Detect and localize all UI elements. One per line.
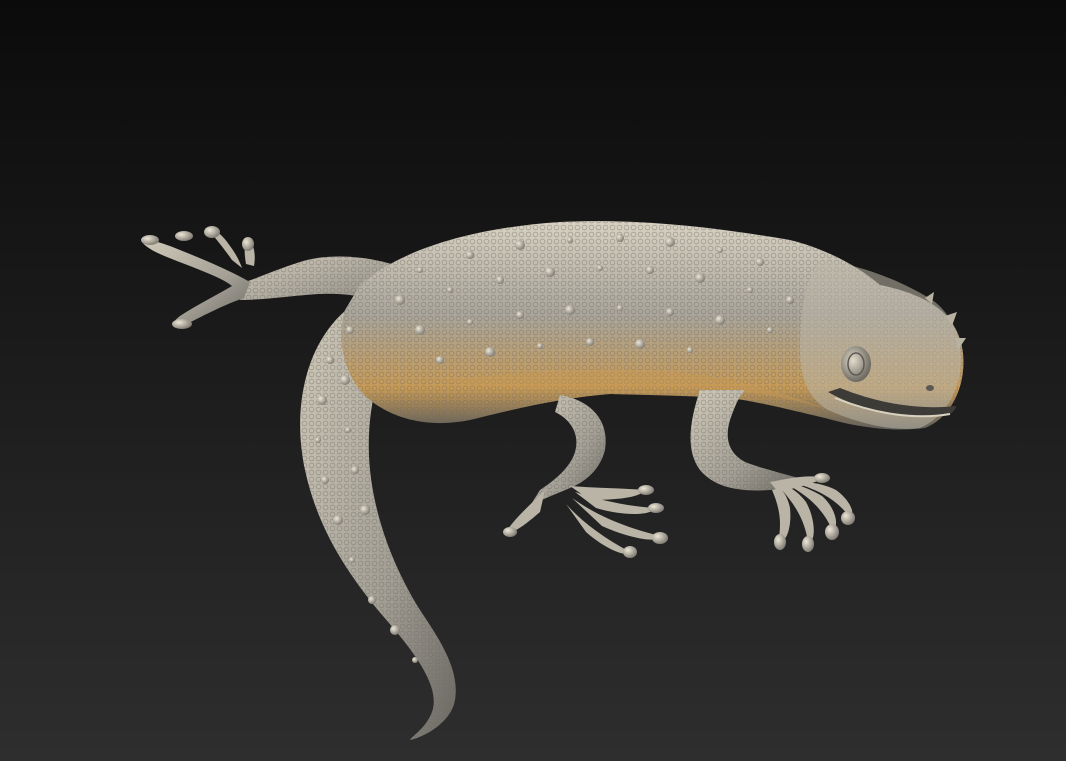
- tubercle-bump: [345, 427, 351, 433]
- tubercle-bump: [436, 356, 444, 364]
- tubercle-bump: [747, 287, 753, 293]
- tubercle-bump: [317, 395, 327, 405]
- tubercle-bump: [695, 273, 705, 283]
- tubercle-bump: [586, 338, 594, 346]
- tubercle-bump: [565, 305, 575, 315]
- tubercle-bump: [786, 296, 794, 304]
- tubercle-bump: [567, 237, 573, 243]
- tubercle-bump: [767, 327, 773, 333]
- tubercle-bump: [415, 325, 425, 335]
- tubercle-bump: [412, 657, 418, 663]
- tubercle-bump: [715, 315, 725, 325]
- tubercle-bump: [340, 375, 350, 385]
- tubercle-bump: [333, 515, 343, 525]
- tubercle-bump: [617, 305, 623, 311]
- tubercle-bump: [349, 557, 355, 563]
- tubercle-bump: [360, 505, 370, 515]
- tubercle-bump: [466, 251, 474, 259]
- tubercle-bump: [447, 287, 453, 293]
- tubercle-bump: [537, 343, 543, 349]
- tubercle-bump: [395, 295, 405, 305]
- tubercle-bump: [687, 347, 693, 353]
- tubercle-bump: [368, 596, 376, 604]
- tubercle-bump: [515, 240, 525, 250]
- tubercle-bump: [315, 437, 321, 443]
- tubercle-bump: [346, 326, 354, 334]
- tubercle-bump: [616, 234, 624, 242]
- tubercle-bump: [635, 339, 645, 349]
- tubercle-bump: [756, 258, 764, 266]
- tubercle-bump: [516, 311, 524, 319]
- tubercle-bump: [321, 476, 329, 484]
- tubercle-bump: [485, 347, 495, 357]
- tubercle-bump: [417, 267, 423, 273]
- tubercle-bump: [351, 466, 359, 474]
- tubercle-bump: [717, 247, 723, 253]
- tubercle-bump: [666, 308, 674, 316]
- gecko-eye: [841, 346, 871, 382]
- tubercle-bump: [496, 276, 504, 284]
- 3d-viewport-canvas[interactable]: [0, 0, 1066, 761]
- tubercle-bump: [665, 237, 675, 247]
- tubercle-bump: [467, 319, 473, 325]
- gecko-sculpt-render: [0, 0, 1066, 761]
- tubercle-bump: [545, 267, 555, 277]
- tubercle-bump: [597, 265, 603, 271]
- tubercle-bump: [390, 625, 400, 635]
- tubercle-bump: [326, 356, 334, 364]
- tubercle-bump: [646, 266, 654, 274]
